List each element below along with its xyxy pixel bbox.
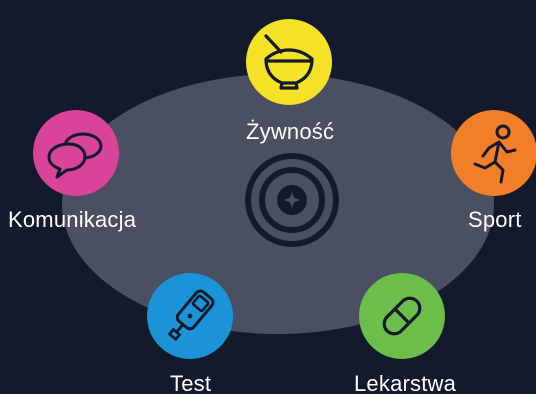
communication-circle: [33, 110, 119, 196]
chat-bubbles-icon: [47, 132, 103, 179]
medicines-label: Lekarstwa: [354, 371, 457, 394]
menu-stage: Żywność Sport Lekarstwa Test Komunikacja: [0, 0, 536, 394]
medicines-circle: [359, 273, 445, 359]
glucose-meter-icon: [167, 289, 215, 342]
test-circle: [147, 273, 233, 359]
communication-label: Komunikacja: [8, 207, 137, 232]
add-icon: [245, 153, 339, 247]
center-add-button[interactable]: [236, 144, 348, 256]
test-label: Test: [170, 371, 212, 394]
bowl-icon: [264, 34, 314, 90]
running-person-icon: [473, 124, 517, 184]
food-circle: [246, 19, 332, 105]
sport-circle: [451, 110, 536, 196]
sport-label: Sport: [468, 207, 522, 232]
food-label: Żywność: [246, 119, 335, 144]
pill-icon: [382, 296, 422, 336]
